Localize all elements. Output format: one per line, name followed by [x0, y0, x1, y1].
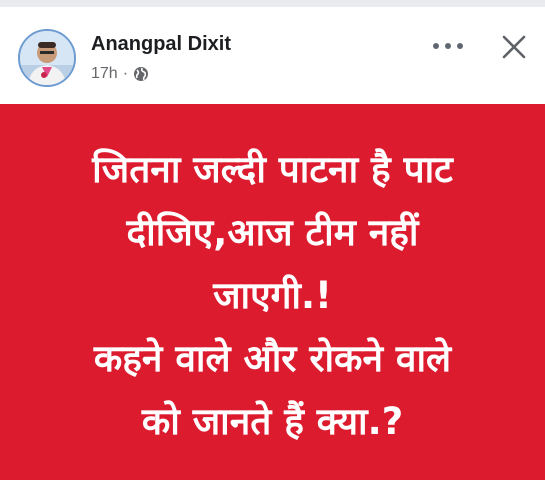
post-message-line: दीजिए,आज टीम नहीं: [126, 211, 419, 254]
post-timestamp[interactable]: 17h: [91, 65, 118, 83]
post-meta: 17h ·: [91, 65, 149, 83]
more-horizontal-icon: [433, 43, 463, 49]
avatar-image: [20, 31, 74, 85]
text-background-post: जितना जल्दी पाटना है पाट दीजिए,आज टीम नह…: [0, 104, 545, 480]
post-message: जितना जल्दी पाटना है पाट दीजिए,आज टीम नह…: [0, 138, 545, 453]
author-name[interactable]: Anangpal Dixit: [91, 33, 231, 56]
post-message-line: कहने वाले और रोकने वाले: [93, 337, 452, 380]
post-message-line: जाएगी.!: [213, 274, 332, 317]
meta-separator: ·: [122, 65, 129, 82]
globe-icon[interactable]: [133, 66, 149, 82]
close-post-button[interactable]: [496, 29, 532, 65]
facebook-post: Anangpal Dixit 17h · जितना जल्दी पाटना ह…: [0, 0, 545, 480]
post-header: Anangpal Dixit 17h ·: [0, 7, 545, 104]
post-message-line: जितना जल्दी पाटना है पाट: [92, 148, 453, 191]
feed-divider: [0, 0, 545, 7]
more-options-button[interactable]: [428, 33, 468, 59]
post-message-line: को जानते हैं क्या.?: [141, 400, 404, 443]
author-avatar[interactable]: [18, 29, 76, 87]
close-icon: [502, 35, 526, 59]
